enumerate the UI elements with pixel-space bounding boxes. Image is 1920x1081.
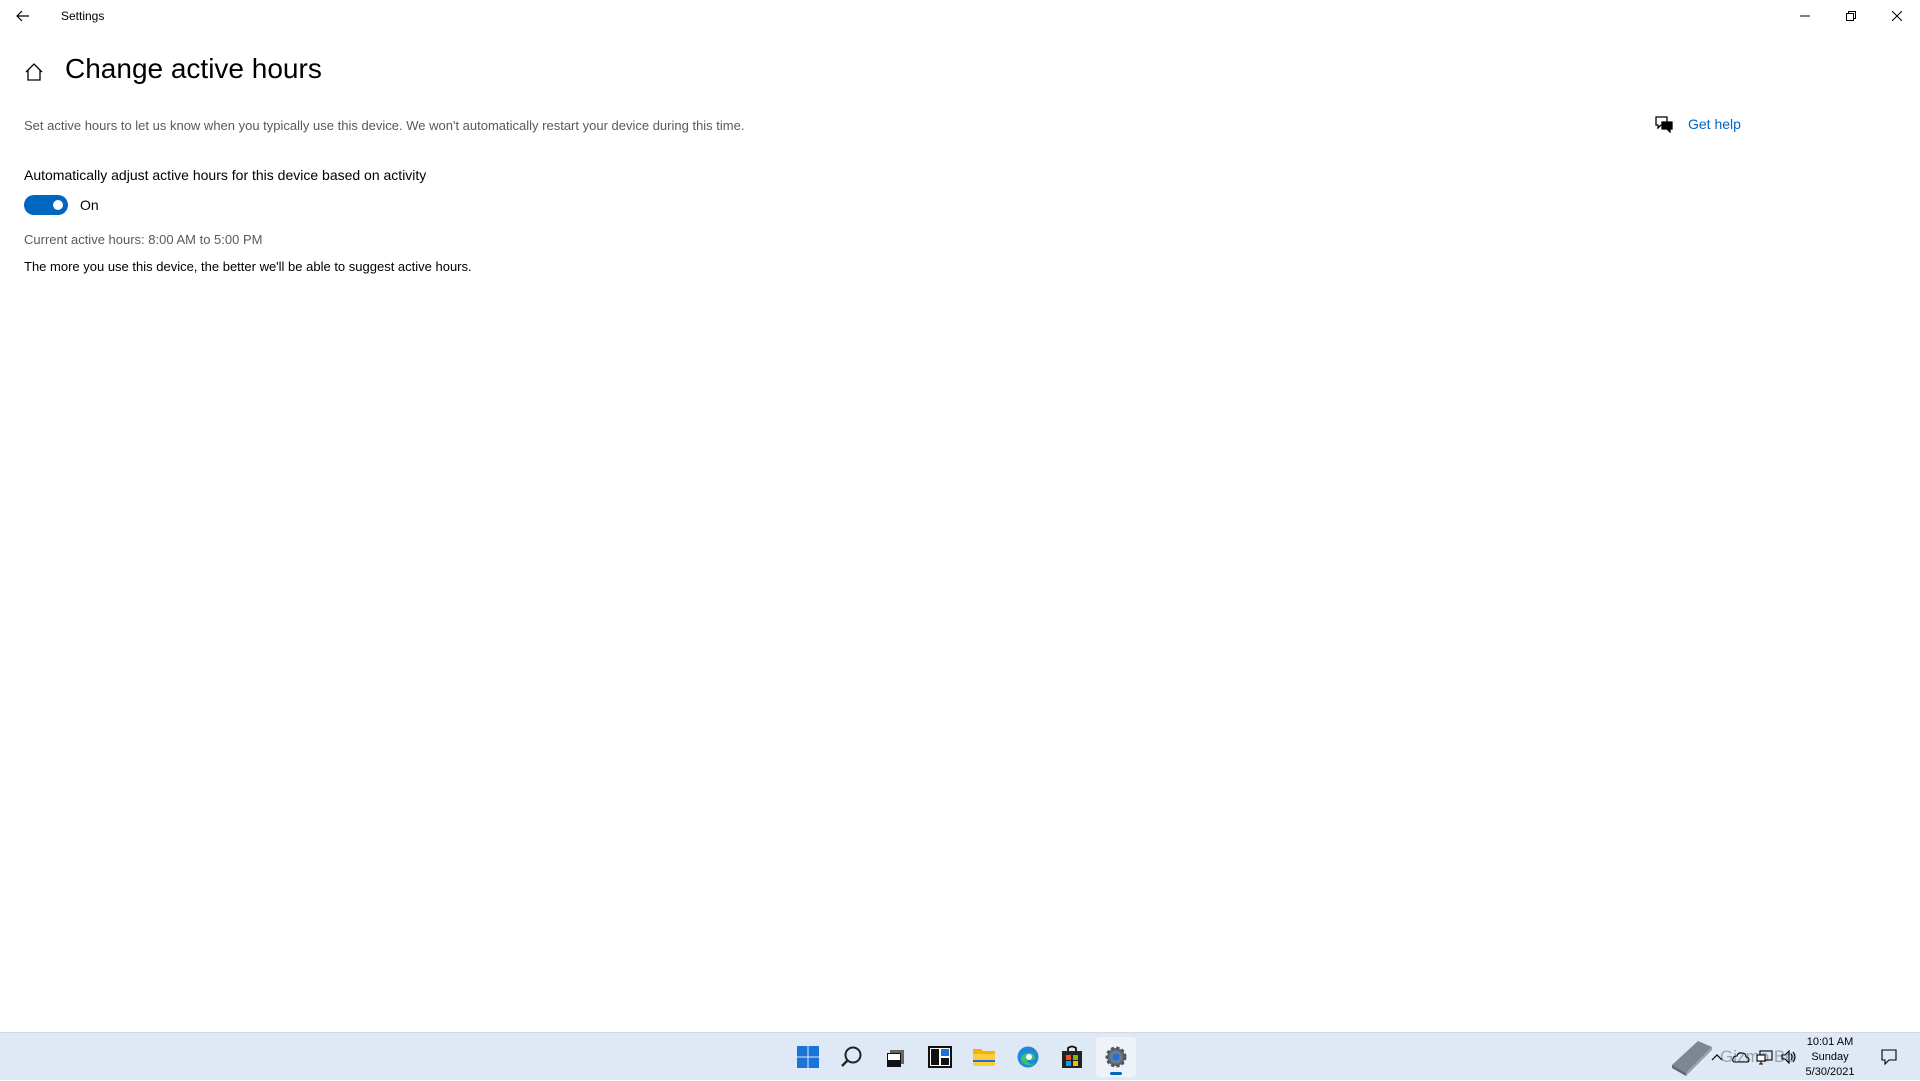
window-title: Settings — [61, 9, 105, 23]
home-icon[interactable] — [22, 60, 46, 84]
minimize-button[interactable] — [1782, 0, 1828, 32]
close-icon — [1892, 11, 1902, 21]
back-button[interactable] — [0, 0, 46, 32]
widgets-icon — [928, 1046, 952, 1068]
get-help[interactable]: Get help — [1654, 114, 1741, 134]
store-button[interactable] — [1052, 1037, 1092, 1077]
edge-icon — [1017, 1046, 1039, 1068]
auto-adjust-toggle[interactable] — [24, 195, 68, 215]
file-explorer-button[interactable] — [964, 1037, 1004, 1077]
clock-date: 5/30/2021 — [1805, 1065, 1855, 1078]
page-title: Change active hours — [65, 53, 322, 84]
auto-adjust-toggle-row: On — [24, 195, 99, 215]
start-icon — [797, 1046, 819, 1068]
notification-center-icon[interactable] — [1878, 1046, 1900, 1068]
suggestion-text: The more you use this device, the better… — [24, 259, 472, 274]
edge-button[interactable] — [1008, 1037, 1048, 1077]
search-icon — [841, 1046, 862, 1067]
close-button[interactable] — [1874, 0, 1920, 32]
system-tray — [1706, 1033, 1802, 1081]
current-active-hours: Current active hours: 8:00 AM to 5:00 PM — [24, 232, 263, 247]
get-help-link[interactable]: Get help — [1688, 116, 1741, 132]
auto-adjust-label: Automatically adjust active hours for th… — [24, 167, 427, 183]
minimize-icon — [1800, 15, 1810, 17]
toggle-state-label: On — [80, 197, 99, 213]
page-description: Set active hours to let us know when you… — [24, 118, 745, 133]
network-icon[interactable] — [1754, 1046, 1776, 1068]
toggle-knob — [53, 200, 63, 210]
back-arrow-icon — [16, 10, 29, 22]
settings-window: Settings Change active hours Set active … — [0, 0, 1920, 1032]
store-icon — [1062, 1045, 1082, 1068]
clock-time: 10:01 AM — [1806, 1035, 1854, 1048]
show-hidden-icons-chevron-icon[interactable] — [1706, 1046, 1728, 1068]
chat-help-icon — [1654, 114, 1674, 134]
restore-icon — [1846, 11, 1856, 21]
start-button[interactable] — [788, 1037, 828, 1077]
task-view-button[interactable] — [876, 1037, 916, 1077]
taskbar: Gizmo Bo 10:01 AM Sunday 5/30/2021 — [0, 1032, 1920, 1080]
widgets-button[interactable] — [920, 1037, 960, 1077]
search-button[interactable] — [832, 1037, 872, 1077]
taskbar-clock[interactable]: 10:01 AM Sunday 5/30/2021 — [1790, 1033, 1870, 1081]
taskbar-apps — [788, 1033, 1140, 1081]
title-bar: Settings — [0, 0, 1920, 32]
active-app-indicator — [1110, 1072, 1122, 1075]
onedrive-cloud-icon[interactable] — [1730, 1046, 1752, 1068]
restore-button[interactable] — [1828, 0, 1874, 32]
file-explorer-icon — [973, 1049, 995, 1066]
task-view-icon — [887, 1050, 904, 1067]
clock-day: Sunday — [1811, 1050, 1849, 1063]
settings-icon — [1105, 1046, 1127, 1068]
window-controls — [1782, 0, 1920, 32]
settings-taskbar-button[interactable] — [1096, 1037, 1136, 1077]
